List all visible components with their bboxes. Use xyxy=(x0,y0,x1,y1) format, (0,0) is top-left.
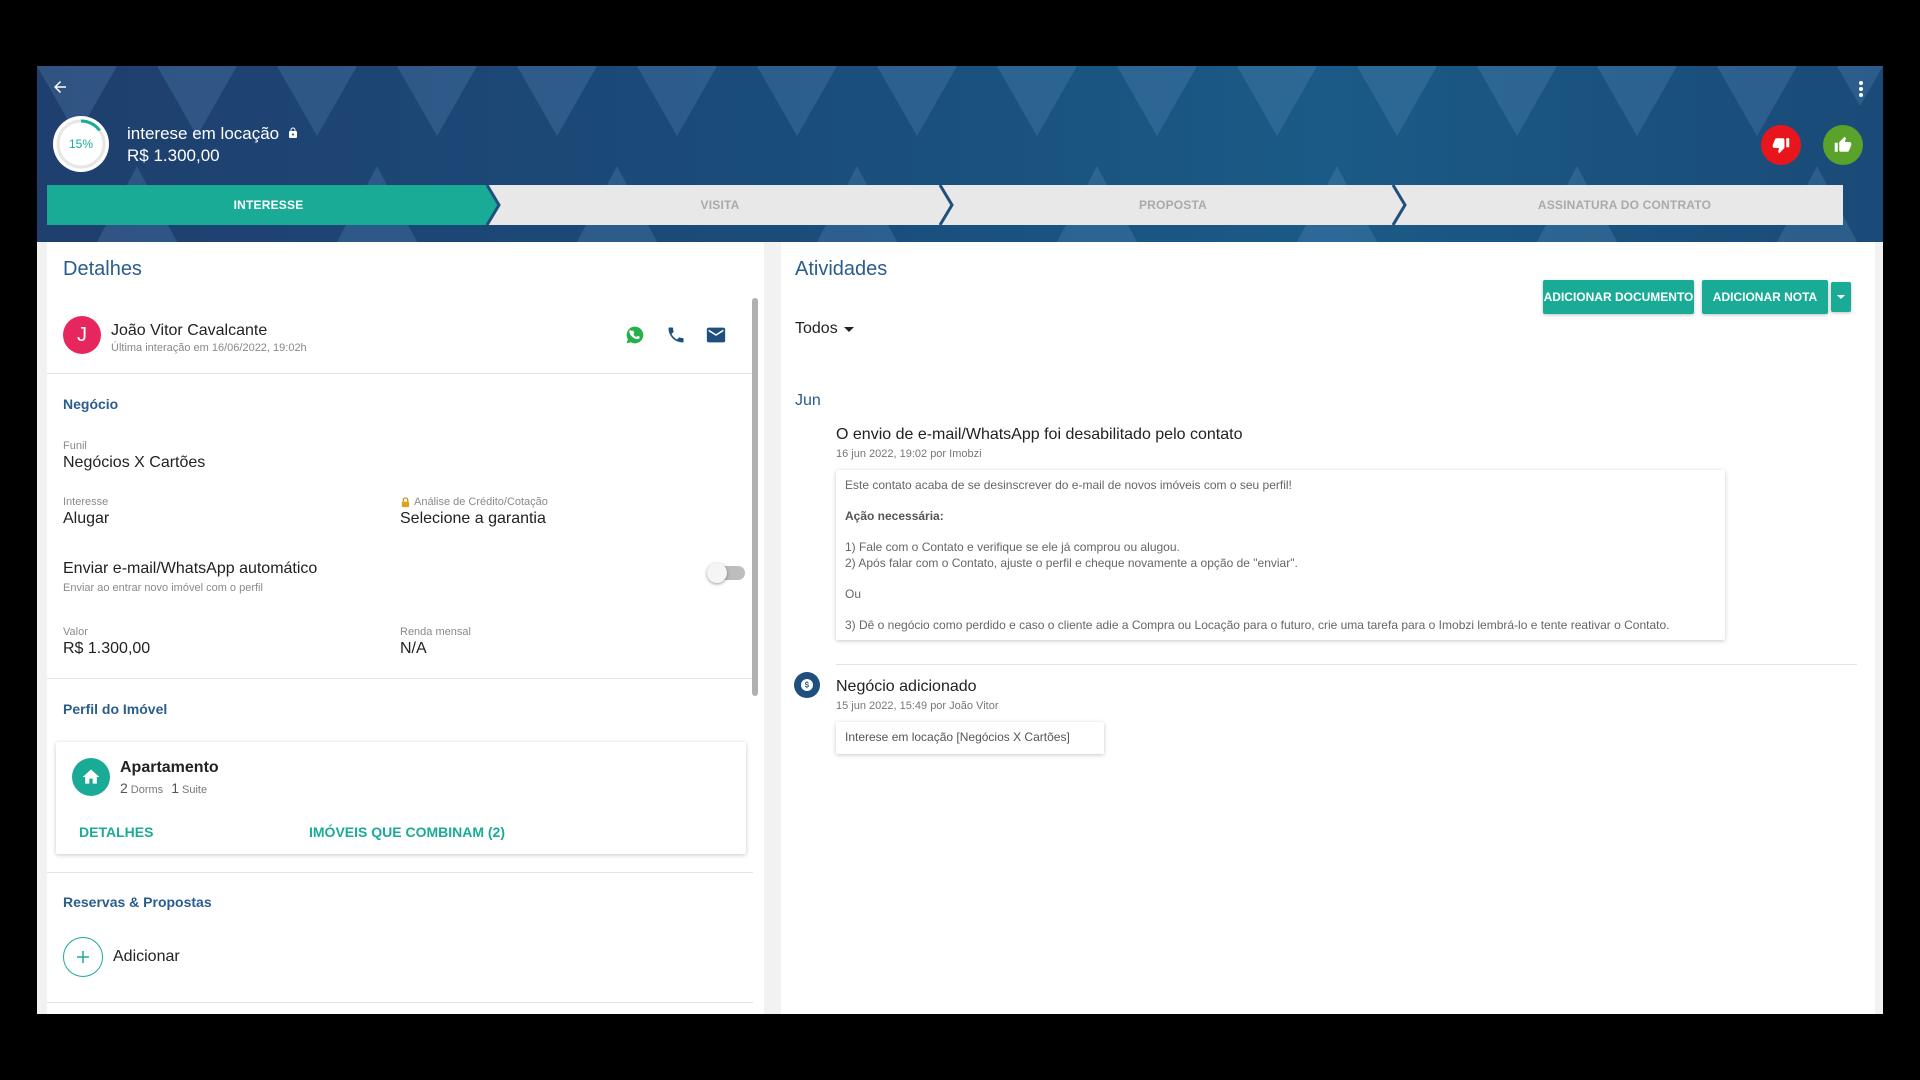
property-type: Apartamento xyxy=(120,759,219,776)
add-note-button[interactable]: ADICIONAR NOTA xyxy=(1702,280,1828,314)
activities-panel: Atividades ADICIONAR DOCUMENTO ADICIONAR… xyxy=(781,242,1875,1014)
whatsapp-icon[interactable] xyxy=(620,320,650,350)
activity-line: 1) Fale com o Contato e verifique se ele… xyxy=(845,540,1180,554)
details-title: Detalhes xyxy=(63,258,142,280)
interest-value[interactable]: Alugar xyxy=(63,510,109,528)
activity-line: 2) Após falar com o Contato, ajuste o pe… xyxy=(845,555,1298,570)
pipeline-stages: INTERESSE VISITA PROPOSTA ASSINATURA DO … xyxy=(47,185,1843,225)
win-deal-button[interactable] xyxy=(1823,125,1863,165)
plus-icon xyxy=(63,937,103,977)
contact-last-interaction: Última interação em 16/06/2022, 19:02h xyxy=(111,342,307,354)
divider xyxy=(47,1002,753,1003)
app-window: 15% interese em locação R$ 1.300,00 INTE… xyxy=(37,66,1883,1014)
padlock-icon xyxy=(401,496,410,507)
stage-interesse[interactable]: INTERESSE xyxy=(47,185,490,225)
thumbs-up-icon xyxy=(1834,136,1852,152)
stage-assinatura[interactable]: ASSINATURA DO CONTRATO xyxy=(1406,185,1843,225)
value-label: Valor xyxy=(63,626,88,638)
credit-analysis-label: Análise de Crédito/Cotação xyxy=(400,496,548,508)
dorms-unit: Dorms xyxy=(130,784,164,796)
funnel-label: Funil xyxy=(63,440,87,452)
email-icon[interactable] xyxy=(701,320,731,350)
deal-title: interese em locação xyxy=(127,124,299,144)
value-value[interactable]: R$ 1.300,00 xyxy=(63,640,150,658)
income-label: Renda mensal xyxy=(400,626,471,638)
auto-send-toggle[interactable] xyxy=(707,563,745,583)
reservations-label: Reservas & Propostas xyxy=(63,894,212,910)
phone-icon[interactable] xyxy=(661,320,691,350)
dorms-spec: 2 Dorms xyxy=(120,780,163,796)
details-panel: Detalhes J João Vitor Cavalcante Última … xyxy=(47,242,764,1014)
suite-count: 1 xyxy=(171,780,179,796)
caret-down-icon xyxy=(843,327,854,332)
deal-title-text: interese em locação xyxy=(127,124,280,143)
divider xyxy=(47,373,753,374)
credit-analysis-label-text: Análise de Crédito/Cotação xyxy=(414,496,548,508)
income-value[interactable]: N/A xyxy=(400,640,427,658)
activity-line xyxy=(845,494,1716,510)
stage-proposta[interactable]: PROPOSTA xyxy=(953,185,1393,225)
business-section-label: Negócio xyxy=(63,396,119,412)
activity-line: Ou xyxy=(845,586,862,601)
divider xyxy=(47,678,753,679)
progress-percent: 15% xyxy=(68,137,94,151)
activity-body: Interese em locação [Negócios X Cartões] xyxy=(836,722,1104,754)
back-arrow-icon[interactable] xyxy=(45,74,75,100)
contact-name[interactable]: João Vitor Cavalcante xyxy=(111,322,267,340)
divider xyxy=(836,664,1857,665)
activity-filter-dropdown[interactable]: Todos xyxy=(795,320,854,338)
month-label: Jun xyxy=(795,392,821,409)
property-specs: 2 Dorms 1 Suite xyxy=(120,780,207,796)
details-scrollbar[interactable] xyxy=(752,298,758,696)
activity-line: Ação necessária: xyxy=(845,509,944,523)
suite-spec: 1 Suite xyxy=(171,780,207,796)
divider xyxy=(47,872,753,873)
property-details-link[interactable]: DETALHES xyxy=(79,824,153,840)
dorms-count: 2 xyxy=(120,780,128,796)
add-note-dropdown[interactable] xyxy=(1831,282,1851,312)
auto-send-label: Enviar e-mail/WhatsApp automático xyxy=(63,560,318,577)
property-profile-card: Apartamento 2 Dorms 1 Suite DETALHES IMÓVE… xyxy=(56,742,746,854)
matching-properties-link[interactable]: IMÓVEIS QUE COMBINAM (2) xyxy=(309,824,505,840)
deal-header: 15% interese em locação R$ 1.300,00 INTE… xyxy=(37,66,1883,242)
activity-line: Este contato acaba de se desinscrever do… xyxy=(845,478,1292,492)
funnel-value[interactable]: Negócios X Cartões xyxy=(63,454,205,472)
stage-visita[interactable]: VISITA xyxy=(500,185,940,225)
toggle-knob xyxy=(707,563,727,583)
activity-meta: 16 jun 2022, 19:02 por Imobzi xyxy=(836,448,982,460)
house-icon xyxy=(72,758,110,796)
activity-line xyxy=(845,571,1716,587)
add-document-button[interactable]: ADICIONAR DOCUMENTO xyxy=(1543,280,1694,314)
activity-line xyxy=(845,525,1716,541)
activity-body-text: Interese em locação [Negócios X Cartões] xyxy=(845,730,1070,744)
activity-title[interactable]: Negócio adicionado xyxy=(836,678,977,696)
deal-value: R$ 1.300,00 xyxy=(127,146,220,165)
auto-send-sub: Enviar ao entrar novo imóvel com o perfi… xyxy=(63,582,263,594)
add-reservation-label: Adicionar xyxy=(113,948,180,965)
property-profile-label: Perfil do Imóvel xyxy=(63,701,168,717)
money-icon xyxy=(794,672,820,698)
activity-body: Este contato acaba de se desinscrever do… xyxy=(836,470,1725,640)
interest-label: Interesse xyxy=(63,496,109,508)
lock-icon xyxy=(287,124,299,144)
more-options-icon[interactable] xyxy=(1853,76,1869,102)
caret-down-icon xyxy=(1837,295,1845,299)
credit-analysis-value[interactable]: Selecione a garantia xyxy=(400,510,546,528)
activity-line xyxy=(845,602,1716,618)
activities-title: Atividades xyxy=(795,258,888,280)
suite-unit: Suite xyxy=(181,784,208,796)
lose-deal-button[interactable] xyxy=(1761,125,1801,165)
add-reservation-button[interactable]: Adicionar xyxy=(63,937,180,977)
filter-value: Todos xyxy=(795,320,838,337)
activity-line: 3) Dê o negócio como perdido e caso o cl… xyxy=(845,617,1670,632)
activity-meta: 15 jun 2022, 15:49 por João Vitor xyxy=(836,700,999,712)
contact-avatar[interactable]: J xyxy=(63,316,101,354)
thumbs-down-icon xyxy=(1772,138,1790,154)
activity-title[interactable]: O envio de e-mail/WhatsApp foi desabilit… xyxy=(836,426,1242,444)
